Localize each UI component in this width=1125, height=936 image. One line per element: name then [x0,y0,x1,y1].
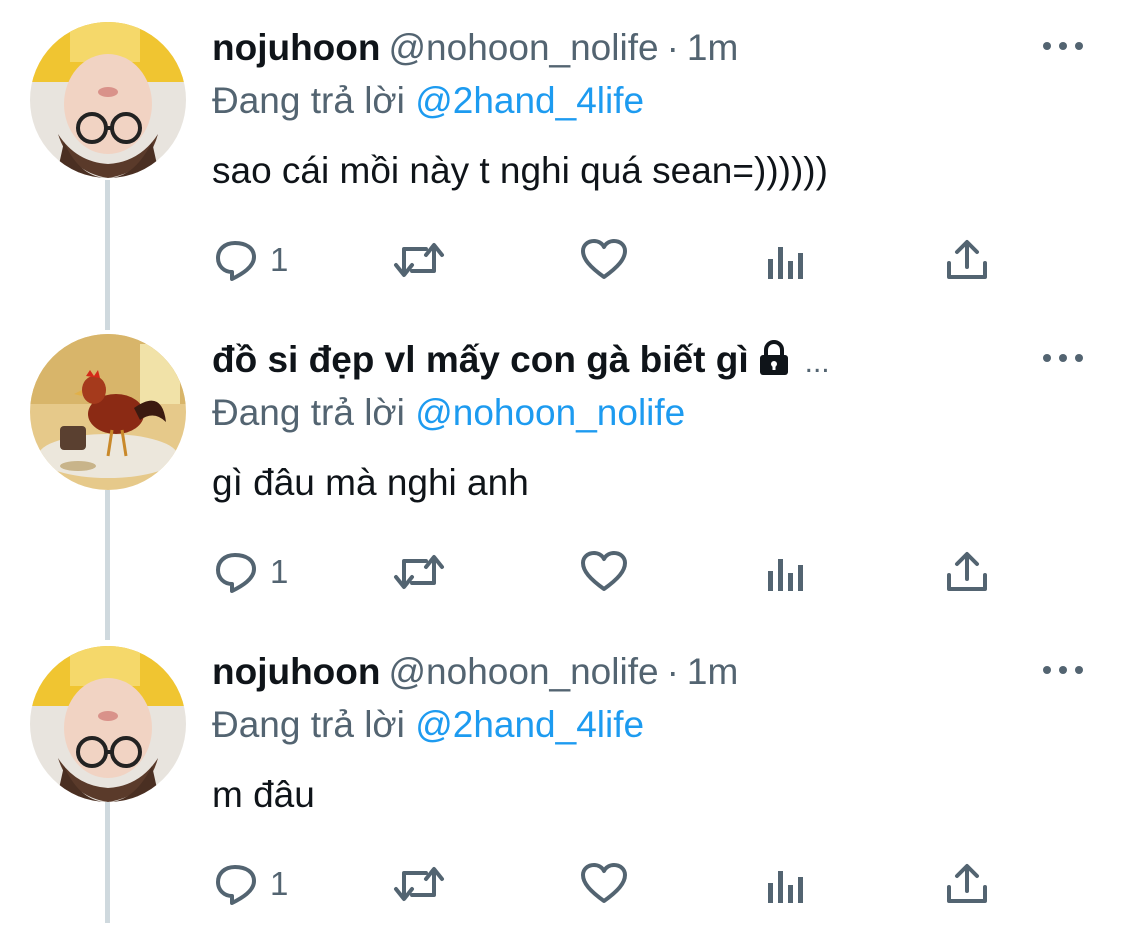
retweet-icon [394,555,444,589]
like-button[interactable] [580,856,628,912]
reply-button[interactable]: 1 [214,856,288,912]
retweet-button[interactable] [392,232,446,288]
like-button[interactable] [580,232,628,288]
mention-link[interactable]: @2hand_4life [415,80,644,121]
share-button[interactable] [944,856,990,912]
reply-icon [216,241,256,281]
retweet-button[interactable] [392,544,446,600]
share-icon [947,864,987,903]
heart-icon [581,551,627,591]
user-handle[interactable]: @nohoon_nolife [389,651,659,692]
lock-icon [759,340,788,375]
replying-prefix: Đang trả lời [212,80,405,121]
timestamp[interactable]: 1m [687,651,738,692]
timestamp[interactable]: 1m [687,27,738,68]
tweet-actions: 1 [0,544,1125,600]
analytics-button[interactable] [765,856,807,912]
tweet-text: m đâu [212,774,315,815]
retweet-icon [394,243,444,277]
retweet-icon [394,867,444,901]
reply-count: 1 [270,553,289,590]
user-handle[interactable]: @nohoon_nolife [389,27,659,68]
more-options-icon[interactable] [1041,348,1085,368]
tweet[interactable]: nojuhoon @nohoon_nolife · 1m Đang trả lời @… [0,0,1125,312]
avatar[interactable] [30,22,186,178]
tweet-actions: 1 [0,232,1125,288]
reply-icon [216,553,256,593]
tweet-text: sao cái mồi này t nghi quá sean=)))))) [212,150,828,191]
mention-link[interactable]: @nohoon_nolife [415,392,685,433]
analytics-icon [768,559,803,591]
analytics-icon [768,871,803,903]
rooster-icon [30,334,186,490]
analytics-icon [768,247,803,279]
reply-count: 1 [270,865,289,902]
person-with-glasses-icon [30,22,186,178]
tweet[interactable]: nojuhoon @nohoon_nolife · 1m Đang trả lời @… [0,624,1125,936]
more-options-icon[interactable] [1041,660,1085,680]
tweet[interactable]: đồ si đẹp vl mấy con gà biết gì ... Đang… [0,312,1125,624]
share-icon [947,552,987,591]
display-name[interactable]: đồ si đẹp vl mấy con gà biết gì [212,339,749,380]
analytics-button[interactable] [765,232,807,288]
avatar[interactable] [30,646,186,802]
replying-prefix: Đang trả lời [212,392,405,433]
reply-count: 1 [270,241,289,278]
heart-icon [581,863,627,903]
avatar[interactable] [30,334,186,490]
display-name[interactable]: nojuhoon [212,27,381,68]
replying-to: Đang trả lời @2hand_4life [212,78,644,124]
share-button[interactable] [944,232,990,288]
analytics-button[interactable] [765,544,807,600]
retweet-button[interactable] [392,856,446,912]
like-button[interactable] [580,544,628,600]
reply-icon [216,865,256,905]
heart-icon [581,239,627,279]
display-name[interactable]: nojuhoon [212,651,381,692]
replying-to: Đang trả lời @2hand_4life [212,702,644,748]
separator-dot: · [666,27,679,68]
tweet-actions: 1 [0,856,1125,912]
replying-to: Đang trả lời @nohoon_nolife [212,390,685,436]
mention-link[interactable]: @2hand_4life [415,704,644,745]
name-truncation: ... [804,346,830,379]
reply-button[interactable]: 1 [214,232,288,288]
tweet-text: gì đâu mà nghi anh [212,462,529,503]
replying-prefix: Đang trả lời [212,704,405,745]
share-icon [947,240,987,279]
person-with-glasses-icon [30,646,186,802]
more-options-icon[interactable] [1041,36,1085,56]
reply-button[interactable]: 1 [214,544,288,600]
share-button[interactable] [944,544,990,600]
separator-dot: · [666,651,679,692]
